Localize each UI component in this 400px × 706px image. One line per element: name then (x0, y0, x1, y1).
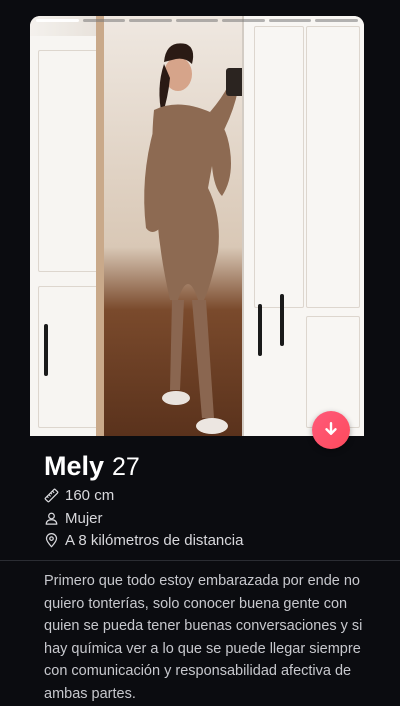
person-figure (144, 43, 246, 434)
arrow-down-icon (325, 422, 337, 435)
wardrobe-handle (280, 294, 284, 346)
wardrobe-handle (44, 324, 48, 376)
photo-progress-segment[interactable] (315, 19, 359, 22)
photo-progress-segment[interactable] (129, 19, 172, 22)
wardrobe-panel (254, 26, 304, 308)
photo-progress-segment[interactable] (268, 19, 312, 22)
gender-value: Mujer (65, 510, 103, 527)
distance-value: A 8 kilómetros de distancia (65, 532, 244, 549)
photo-progress-segment[interactable] (175, 19, 219, 22)
photo-progress-segment[interactable] (82, 19, 126, 22)
person-icon (45, 512, 58, 525)
profile-age: 27 (112, 453, 140, 481)
profile-photo[interactable] (30, 16, 364, 436)
height-row: 160 cm (44, 487, 114, 504)
location-pin-icon (45, 533, 58, 548)
profile-name-row: Mely 27 (44, 451, 140, 482)
gender-row: Mujer (44, 510, 103, 527)
profile-name: Mely (44, 451, 105, 481)
photo-progress-segment[interactable] (36, 19, 79, 22)
profile-bio: Primero que todo estoy embarazada por en… (44, 573, 363, 702)
wardrobe-panel (306, 26, 360, 308)
wardrobe-panel (38, 50, 100, 272)
photo-progress-bar (36, 19, 359, 23)
ruler-icon (44, 488, 59, 503)
photo-progress-segment[interactable] (222, 19, 265, 22)
section-divider (0, 560, 400, 561)
distance-row: A 8 kilómetros de distancia (44, 532, 243, 549)
expand-profile-button[interactable] (312, 411, 350, 449)
height-value: 160 cm (65, 487, 115, 504)
wardrobe-handle (258, 304, 262, 356)
photo-wardrobe-right (242, 16, 364, 436)
